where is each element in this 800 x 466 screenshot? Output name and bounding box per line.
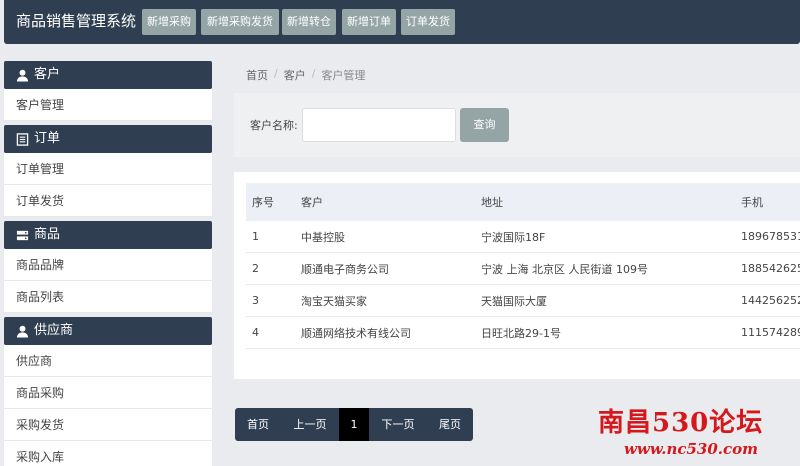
sidebar-item-purchase-storage[interactable]: 采购入库 <box>4 441 212 466</box>
new-transfer-button[interactable]: 新增转仓 <box>282 9 336 35</box>
page-first-button[interactable]: 首页 <box>235 408 281 441</box>
sidebar-group-label: 商品 <box>34 227 61 242</box>
breadcrumb-separator: / <box>311 67 316 80</box>
table-row[interactable]: 3 淘宝天猫买家 天猫国际大厦 144256252 <box>246 285 800 317</box>
column-header-index: 序号 <box>252 196 274 209</box>
sidebar-item-supplier[interactable]: 供应商 <box>4 345 212 377</box>
sidebar-group-label: 客户 <box>34 67 61 82</box>
page-prev-button[interactable]: 上一页 <box>281 408 339 441</box>
table-header: 序号 客户 地址 手机 <box>246 183 800 221</box>
sidebar-group-order[interactable]: 订单 <box>4 125 212 153</box>
cell-index: 2 <box>252 262 259 275</box>
new-purchase-button[interactable]: 新增采购 <box>142 9 196 35</box>
column-header-phone: 手机 <box>741 196 763 209</box>
sidebar-group-product[interactable]: 商品 <box>4 221 212 249</box>
app-title: 商品销售管理系统 <box>16 12 137 30</box>
breadcrumb-customer[interactable]: 客户 <box>284 67 306 83</box>
cell-phone: 111574289 <box>741 326 800 339</box>
cell-customer: 淘宝天猫买家 <box>301 294 367 308</box>
customer-table-panel: 序号 客户 地址 手机 1 中基控股 宁波国际18F 189678531 2 顺… <box>234 172 800 379</box>
sidebar-group-label: 订单 <box>34 131 61 146</box>
cell-phone: 189678531 <box>741 230 800 243</box>
cell-address: 日旺北路29-1号 <box>481 326 561 340</box>
customer-name-label: 客户名称: <box>250 119 298 132</box>
list-icon <box>16 132 29 146</box>
cell-customer: 顺通电子商务公司 <box>301 262 389 276</box>
page-next-button[interactable]: 下一页 <box>369 408 427 441</box>
user-icon <box>16 325 29 338</box>
watermark-url: www.nc530.com <box>624 440 759 458</box>
cell-address: 宁波国际18F <box>481 230 546 244</box>
server-icon <box>16 230 29 240</box>
breadcrumb-current: 客户管理 <box>321 69 366 82</box>
search-panel: 客户名称: 查询 <box>234 93 800 157</box>
table-row[interactable]: 4 顺通网络技术有线公司 日旺北路29-1号 111574289 <box>246 317 800 349</box>
sidebar-item-product-list[interactable]: 商品列表 <box>4 281 212 313</box>
cell-customer: 中基控股 <box>301 230 345 244</box>
watermark-title: 南昌530论坛 <box>598 408 764 438</box>
customer-name-input[interactable] <box>302 108 456 142</box>
column-header-address: 地址 <box>481 196 503 209</box>
cell-index: 4 <box>252 326 259 339</box>
sidebar-group-label: 供应商 <box>34 323 74 338</box>
page-last-button[interactable]: 尾页 <box>427 408 473 441</box>
sidebar-group-customer[interactable]: 客户 <box>4 61 212 89</box>
breadcrumb-separator: / <box>274 67 278 80</box>
cell-address: 天猫国际大厦 <box>481 294 547 308</box>
cell-address: 宁波 上海 北京区 人民街道 109号 <box>481 262 648 276</box>
sidebar: 客户 客户管理 订单 订单管理 订单发货 商品 商品品牌 商品列表 供应商 供应… <box>4 61 212 466</box>
new-purchase-shipment-button[interactable]: 新增采购发货 <box>201 9 279 35</box>
page-current-button[interactable]: 1 <box>339 408 369 441</box>
cell-index: 1 <box>252 230 259 243</box>
table-row[interactable]: 2 顺通电子商务公司 宁波 上海 北京区 人民街道 109号 188542625 <box>246 253 800 285</box>
sidebar-group-supplier[interactable]: 供应商 <box>4 317 212 345</box>
column-header-customer: 客户 <box>301 196 323 209</box>
sidebar-item-product-brand[interactable]: 商品品牌 <box>4 249 212 281</box>
sidebar-item-order-ship[interactable]: 订单发货 <box>4 185 212 217</box>
sidebar-item-product-purchase[interactable]: 商品采购 <box>4 377 212 409</box>
order-ship-button[interactable]: 订单发货 <box>401 9 455 35</box>
user-icon <box>16 69 29 82</box>
sidebar-item-customer-manage[interactable]: 客户管理 <box>4 89 212 121</box>
forum-watermark: 南昌530论坛 www.nc530.com <box>598 402 798 462</box>
sidebar-item-order-manage[interactable]: 订单管理 <box>4 153 212 185</box>
cell-index: 3 <box>252 294 259 307</box>
pagination: 首页 上一页 1 下一页 尾页 <box>235 408 473 441</box>
cell-phone: 188542625 <box>741 262 800 275</box>
breadcrumb-home[interactable]: 首页 <box>246 67 268 83</box>
query-button[interactable]: 查询 <box>460 108 509 142</box>
breadcrumb: 首页 / 客户 / 客户管理 <box>246 67 365 83</box>
cell-customer: 顺通网络技术有线公司 <box>301 326 411 340</box>
table-row[interactable]: 1 中基控股 宁波国际18F 189678531 <box>246 221 800 253</box>
top-navbar: 商品销售管理系统 新增采购 新增采购发货 新增转仓 新增订单 订单发货 <box>4 0 800 44</box>
customer-table: 序号 客户 地址 手机 1 中基控股 宁波国际18F 189678531 2 顺… <box>246 183 800 349</box>
cell-phone: 144256252 <box>741 294 800 307</box>
sidebar-item-purchase-ship[interactable]: 采购发货 <box>4 409 212 441</box>
new-order-button[interactable]: 新增订单 <box>342 9 396 35</box>
